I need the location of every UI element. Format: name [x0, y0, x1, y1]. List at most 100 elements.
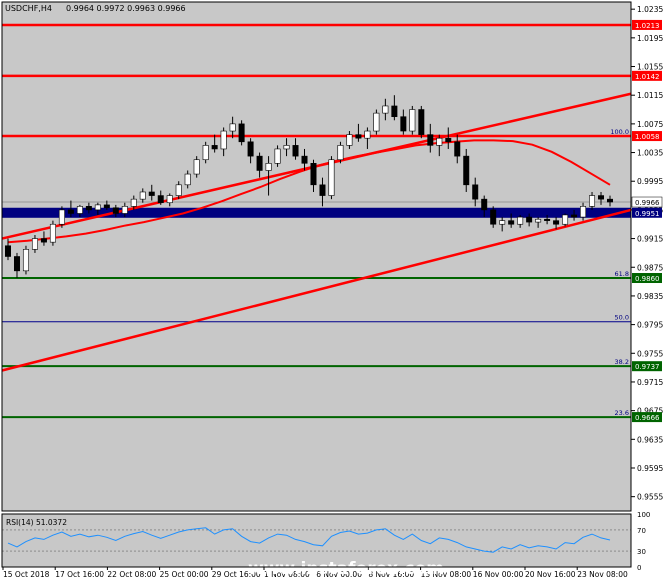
candle-body: [490, 209, 497, 225]
candle-body: [229, 123, 236, 132]
candle-body: [13, 256, 20, 272]
candle-body: [292, 145, 299, 157]
candle-body: [256, 155, 263, 171]
candle-body: [544, 218, 551, 221]
y-tick-label: 1.0195: [637, 34, 663, 43]
y-tick-label: 0.9915: [637, 235, 663, 244]
price-label: 0.9860: [635, 275, 660, 283]
price-chart: 100.0 61.8 50.0 38.2 23.6 100 70 30 0 1.0235 1.0…: [1, 1, 663, 579]
y-tick-label: 1.0075: [637, 120, 663, 129]
candle-body: [184, 173, 191, 186]
y-tick-label: 0.9835: [637, 292, 663, 301]
candle-body: [85, 206, 92, 211]
candle-body: [94, 204, 101, 211]
chart-title: USDCHF,H4: [5, 4, 52, 13]
chart-window: 100.0 61.8 50.0 38.2 23.6 100 70 30 0 1.0235 1.0…: [0, 0, 665, 582]
candle-body: [22, 249, 29, 272]
y-tick-label: 0.9555: [637, 493, 663, 502]
price-label: 1.0142: [635, 73, 660, 81]
current-price-label: 0.9966: [635, 199, 660, 207]
candle-body: [400, 116, 407, 132]
rsi-tick-label: 70: [637, 527, 646, 535]
y-tick-label: 1.0235: [637, 5, 663, 14]
candle-body: [5, 245, 11, 257]
candle-body: [571, 214, 578, 218]
candle-body: [265, 163, 272, 171]
y-tick-label: 0.9635: [637, 435, 663, 444]
candle-body: [310, 163, 317, 186]
x-tick-label: 20 Nov 16:00: [525, 570, 576, 579]
candle-body: [238, 123, 245, 143]
y-tick-label: 0.9995: [637, 177, 663, 186]
candle-body: [427, 134, 434, 146]
candle-body: [535, 218, 542, 223]
candle-body: [436, 137, 443, 146]
candle-body: [517, 216, 524, 225]
candle-body: [373, 112, 380, 132]
candle-body: [337, 145, 344, 161]
candle-body: [112, 207, 119, 214]
watermark: www.instaforex.com: [248, 559, 444, 579]
candle-body: [130, 198, 137, 207]
candle-body: [463, 155, 470, 186]
candle-body: [211, 145, 218, 150]
y-tick-label: 0.9595: [637, 464, 663, 473]
candle-body: [58, 209, 65, 225]
candle-body: [31, 238, 38, 250]
candle-body: [382, 105, 389, 114]
rsi-tick-label: 0: [637, 564, 641, 572]
fib-label: 50.0: [615, 314, 629, 322]
x-tick-label: 23 Nov 08:00: [577, 570, 628, 579]
candle-body: [391, 105, 398, 118]
rsi-tick-label: 100: [637, 511, 650, 519]
candle-body: [301, 155, 308, 164]
candle-body: [247, 141, 254, 157]
candle-body: [445, 137, 452, 143]
y-tick-label: 1.0155: [637, 63, 663, 72]
y-tick-label: 1.0035: [637, 149, 663, 158]
candle-body: [67, 209, 74, 214]
price-label: 0.9737: [635, 363, 660, 371]
fib-label: 100.0: [610, 128, 629, 136]
price-label: 0.9666: [635, 414, 660, 422]
candle-body: [472, 184, 479, 200]
candle-body: [328, 159, 335, 196]
fib-label: 38.2: [615, 358, 629, 366]
price-label: 1.0058: [635, 133, 660, 141]
candle-body: [409, 109, 416, 132]
candle-body: [355, 134, 362, 139]
candle-body: [346, 134, 353, 146]
candle-body: [157, 195, 164, 204]
candle-body: [175, 184, 182, 196]
candle-body: [121, 206, 128, 214]
candle-body: [166, 195, 173, 204]
x-tick-label: 25 Oct 00:00: [160, 570, 209, 579]
candle-body: [139, 191, 146, 200]
candle-body: [319, 184, 326, 196]
y-tick-label: 0.9875: [637, 263, 663, 272]
candle-body: [499, 220, 506, 225]
y-tick-label: 0.9795: [637, 321, 663, 330]
candle-body: [508, 220, 515, 225]
candle-body: [202, 145, 209, 161]
x-tick-label: 22 Oct 08:00: [107, 570, 156, 579]
price-label: 1.0213: [635, 22, 660, 30]
x-tick-label: 16 Nov 00:00: [473, 570, 524, 579]
x-tick-label: 15 Oct 2018: [3, 570, 50, 579]
y-tick-label: 0.9755: [637, 349, 663, 358]
rsi-tick-label: 30: [637, 548, 646, 556]
candle-body: [103, 204, 110, 209]
x-tick-label: 17 Oct 16:00: [55, 570, 104, 579]
candle-body: [589, 195, 596, 207]
zone-price-label: 0.9951: [635, 210, 660, 218]
fib-label: 23.6: [615, 409, 629, 417]
candle-body: [553, 220, 560, 225]
main-plot-area: [2, 2, 631, 511]
candle-body: [481, 198, 488, 211]
candle-body: [607, 198, 613, 203]
candle-body: [49, 223, 56, 243]
candle-body: [193, 159, 200, 175]
fib-label: 61.8: [615, 270, 629, 278]
candle-body: [148, 191, 155, 196]
candle-body: [76, 206, 83, 214]
